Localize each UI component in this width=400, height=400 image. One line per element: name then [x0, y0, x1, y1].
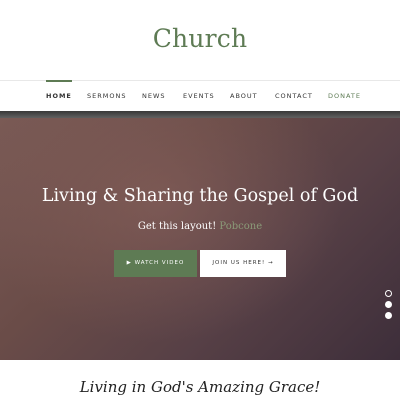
slide-dot-1[interactable] [385, 290, 392, 297]
hero-subtitle: Get this layout! Pobcone [0, 221, 400, 232]
hero-subtitle-text: Get this layout! [137, 221, 217, 232]
section-tagline: Living in God's Amazing Grace! [79, 378, 321, 396]
nav-news[interactable]: NEWS [142, 81, 166, 111]
join-us-button[interactable]: JOIN US HERE! → [200, 250, 286, 277]
header: Church [0, 0, 400, 80]
nav-events[interactable]: EVENTS [183, 81, 215, 111]
nav-contact[interactable]: CONTACT [275, 81, 313, 111]
nav-about[interactable]: ABOUT [230, 81, 258, 111]
nav-donate[interactable]: DONATE [328, 81, 361, 111]
nav-sermons[interactable]: SERMONS [87, 81, 126, 111]
main-nav: HOME SERMONS NEWS EVENTS ABOUT CONTACT D… [0, 80, 400, 111]
nav-divider [0, 111, 400, 118]
hero-banner: Living & Sharing the Gospel of God Get t… [0, 118, 400, 360]
slide-dot-3[interactable] [385, 312, 392, 319]
hero-subtitle-link[interactable]: Pobcone [219, 221, 262, 232]
nav-home[interactable]: HOME [46, 80, 72, 111]
site-logo[interactable]: Church [0, 24, 400, 53]
watch-video-button[interactable]: ▶ WATCH VIDEO [114, 250, 197, 277]
hero-title: Living & Sharing the Gospel of God [41, 186, 359, 206]
slide-dot-2[interactable] [385, 301, 392, 308]
